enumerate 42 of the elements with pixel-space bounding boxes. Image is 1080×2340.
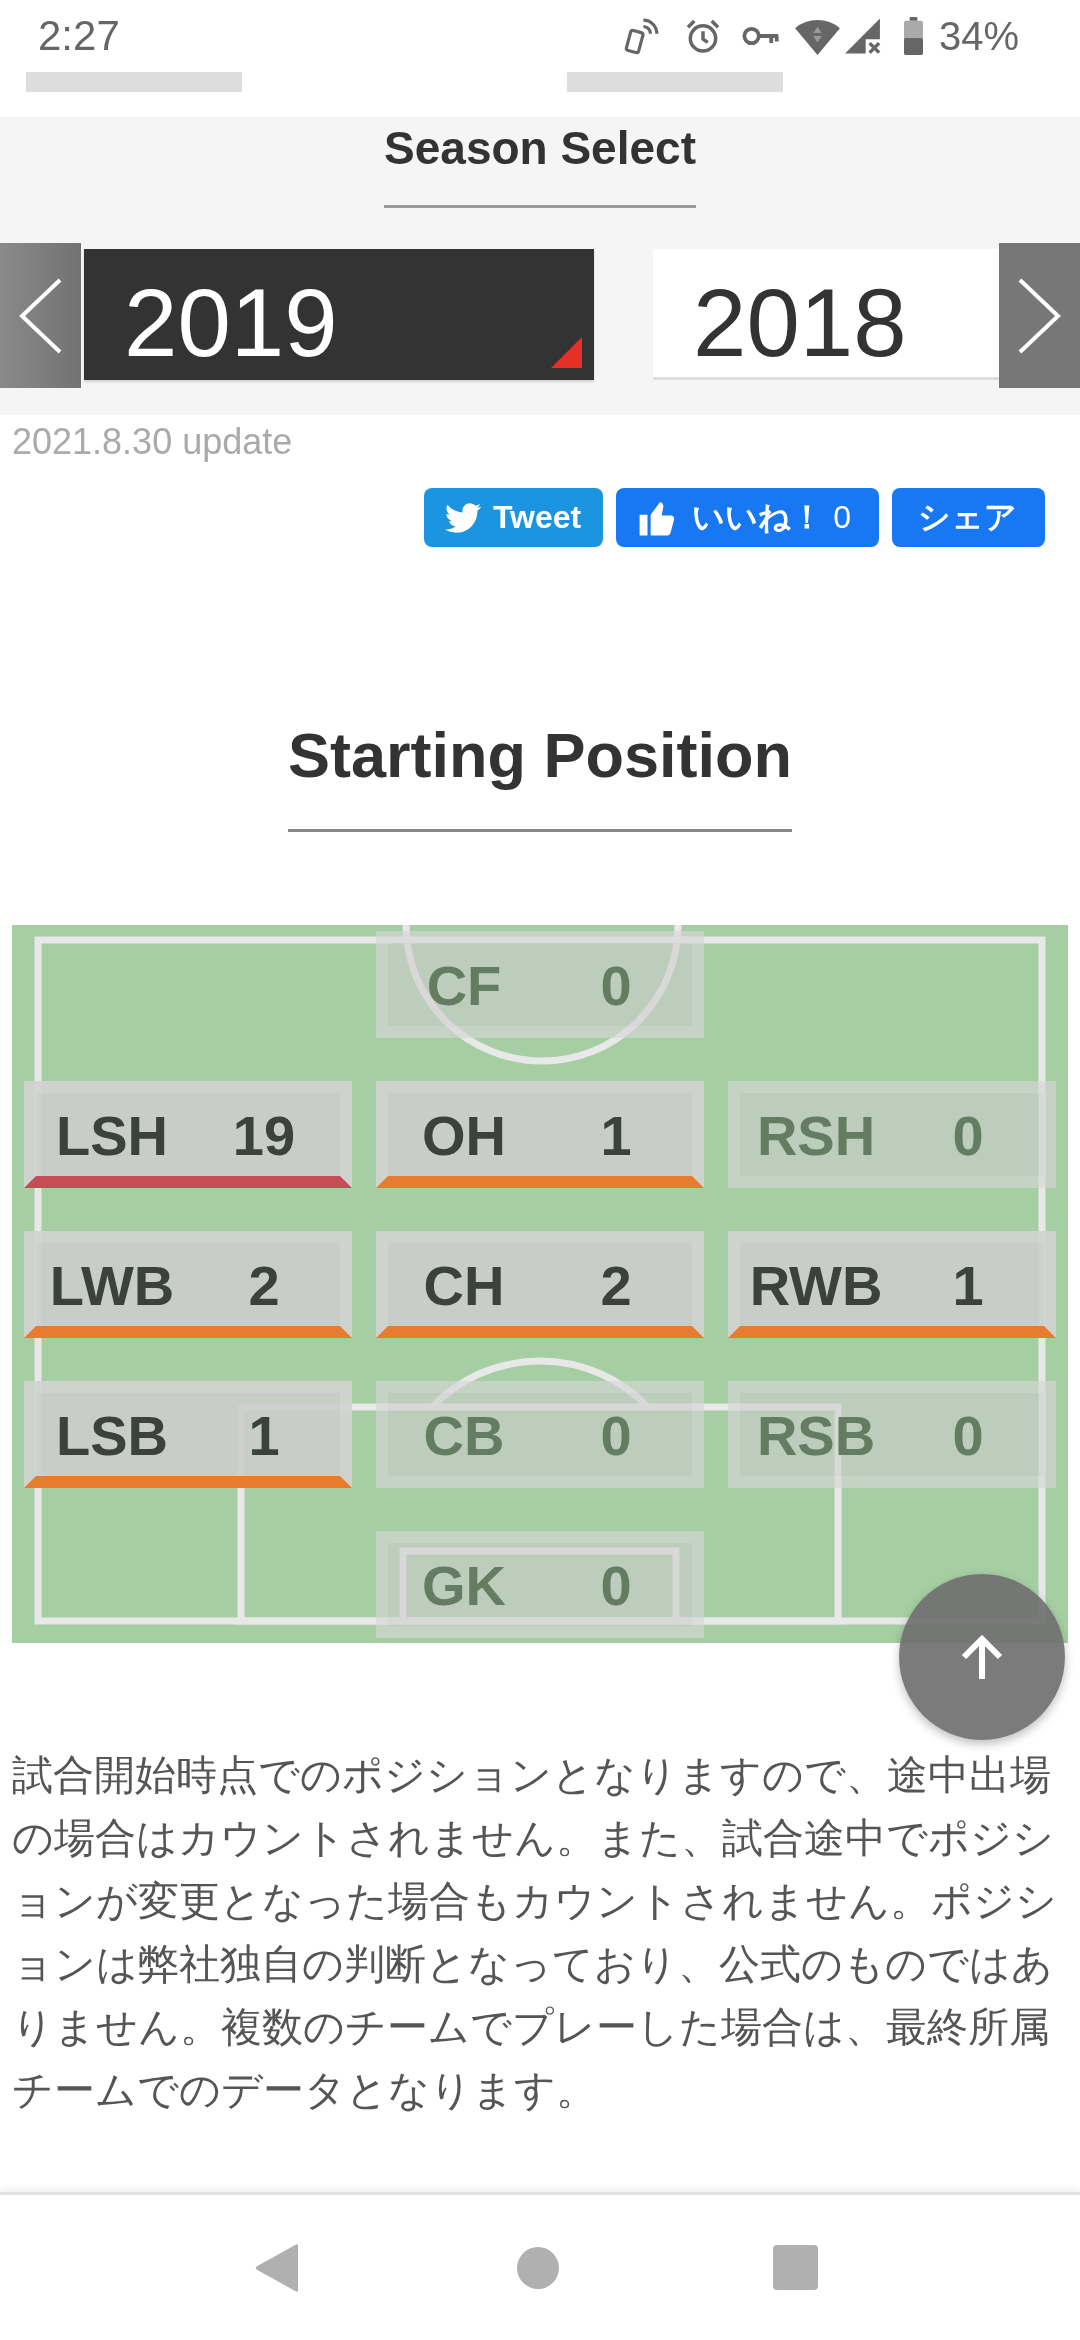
- section-title: Starting Position: [288, 719, 792, 791]
- position-code: RSB: [756, 1404, 876, 1467]
- position-count: 0: [600, 1404, 632, 1467]
- position-count: 1: [600, 1104, 632, 1167]
- position-count: 0: [952, 1104, 984, 1167]
- position-code: CF: [426, 954, 502, 1017]
- position-code: LWB: [49, 1254, 175, 1317]
- position-code: GK: [422, 1554, 506, 1617]
- share-button[interactable]: シェア: [892, 488, 1045, 547]
- position-count: 0: [600, 1554, 632, 1617]
- position-count: 0: [600, 954, 632, 1017]
- bird-icon: [444, 502, 481, 533]
- position-count: 1: [952, 1254, 984, 1317]
- position-code: CB: [423, 1404, 505, 1467]
- chevron-left-icon: [19, 277, 62, 354]
- position-count: 0: [952, 1404, 984, 1467]
- update-date: 2021.8.30 update: [11, 421, 293, 462]
- section-title: Season Select: [384, 122, 696, 175]
- like-button[interactable]: いいね！ 0: [616, 488, 879, 547]
- tweet-button[interactable]: Tweet: [423, 488, 604, 547]
- corner-marker-icon: [551, 337, 582, 368]
- wifi-icon: [793, 17, 841, 55]
- note-paragraph: 試合開始時点でのポジションとなりますので、途中出場の場合はカウントされません。また、試合途中でポジションが変更となった場合もカウントされません。ポジションは弊社独自の判断となっており、公式のものではありません。複数のチームでプレーした場合は、最終所属チームでのデータとなります。: [11, 1750, 1058, 2116]
- position-count: 19: [232, 1104, 296, 1167]
- position-code: RSH: [756, 1104, 876, 1167]
- season-tab[interactable]: 2019: [84, 249, 594, 380]
- position-code: RWB: [749, 1254, 883, 1317]
- previous-button[interactable]: [0, 243, 81, 388]
- position-count: 2: [248, 1254, 280, 1317]
- position-count: 2: [600, 1254, 632, 1317]
- position-code: LSH: [56, 1104, 168, 1167]
- position-code: LSB: [56, 1404, 168, 1467]
- status-time: 2:27: [38, 15, 120, 57]
- position-code: OH: [422, 1104, 506, 1167]
- key-icon: [741, 25, 780, 47]
- position-code: CH: [423, 1254, 505, 1317]
- arrow-up-icon: [960, 1634, 1004, 1680]
- next-button[interactable]: [999, 243, 1080, 388]
- chevron-right-icon: [1018, 277, 1061, 354]
- battery-percent: 34%: [938, 16, 1019, 56]
- position-count: 1: [248, 1404, 280, 1467]
- season-tab[interactable]: 2018: [653, 249, 999, 380]
